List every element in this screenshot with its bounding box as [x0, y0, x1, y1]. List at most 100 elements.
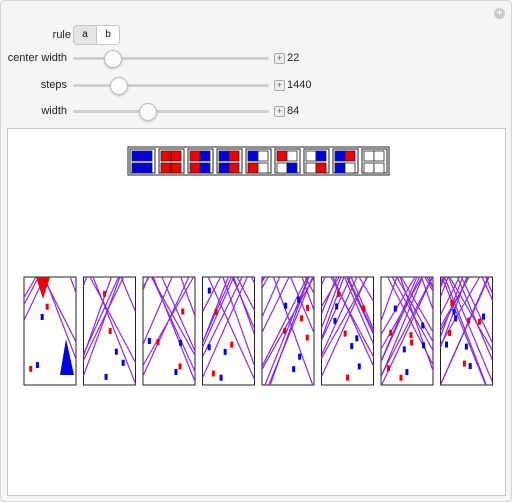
collision-mark: [306, 304, 310, 311]
collision-mark: [399, 374, 403, 381]
collision-mark: [405, 369, 409, 376]
collision-mark: [292, 366, 296, 373]
rule-icon-cell: [305, 150, 317, 162]
output-graphics: [23, 146, 493, 386]
width-row: width + 84: [1, 101, 331, 121]
rule-icon-cell: [160, 150, 172, 162]
rule-option-a[interactable]: a: [73, 25, 96, 45]
steps-label: steps: [40, 79, 67, 91]
collision-mark: [45, 303, 49, 310]
expand-icon[interactable]: +: [274, 106, 285, 117]
add-icon[interactable]: +: [494, 8, 505, 19]
width-label: width: [41, 105, 67, 117]
collision-mark: [104, 373, 108, 380]
collision-mark: [355, 335, 359, 342]
collision-mark: [300, 315, 304, 322]
rule-icon-cell: [170, 162, 182, 174]
collision-mark: [333, 317, 337, 324]
center-width-label: center width: [7, 52, 67, 64]
width-value: 84: [287, 105, 300, 117]
collision-mark: [283, 327, 287, 334]
collision-mark: [181, 308, 185, 315]
collision-mark: [297, 296, 301, 303]
steps-value: 1440: [287, 79, 312, 91]
width-slider[interactable]: [73, 103, 269, 121]
collision-mark: [211, 370, 215, 377]
rule-row: rule: [1, 25, 71, 45]
rule-icon-cell: [257, 150, 269, 162]
rule-icon-cell: [228, 150, 240, 162]
rule-icon-cell: [276, 150, 288, 162]
collision-mark: [114, 348, 118, 355]
collision-mark: [40, 314, 44, 321]
rule-icon-cell: [286, 162, 298, 174]
center-width-row: center width + 22: [1, 48, 331, 68]
slider-thumb[interactable]: [110, 77, 129, 95]
collision-mark: [454, 315, 458, 322]
collision-mark: [477, 318, 481, 325]
collision-mark: [214, 309, 218, 316]
rule-icon-cell: [141, 150, 153, 162]
collision-mark: [409, 332, 413, 339]
collision-mark: [445, 341, 449, 348]
collision-mark: [156, 339, 160, 346]
collision-mark: [284, 302, 288, 309]
collision-mark: [174, 368, 178, 375]
rule-icon-cell: [363, 162, 375, 174]
collision-mark: [230, 341, 234, 348]
collision-mark: [350, 343, 354, 350]
collision-mark: [410, 339, 414, 346]
collision-mark: [345, 374, 349, 381]
rule-icon-cell: [363, 150, 375, 162]
collision-mark: [389, 329, 393, 336]
rule-icon-cell: [160, 162, 172, 174]
collision-mark: [305, 334, 309, 341]
rule-icon-cell: [315, 162, 327, 174]
collision-mark: [462, 360, 466, 367]
rule-icon-cell: [189, 150, 201, 162]
rule-icon-cell: [334, 162, 346, 174]
collision-mark: [103, 290, 107, 297]
rule-icon-cell: [257, 162, 269, 174]
steps-slider[interactable]: [73, 77, 269, 95]
rule-selector[interactable]: a b: [73, 25, 120, 45]
expand-icon[interactable]: +: [274, 53, 285, 64]
center-width-slider[interactable]: [73, 50, 269, 68]
collision-mark: [386, 365, 390, 372]
rule-icon-cell: [131, 150, 143, 162]
collision-mark: [343, 330, 347, 337]
collision-mark: [108, 328, 112, 335]
center-width-value: 22: [287, 52, 300, 64]
rule-icon-cell: [218, 162, 230, 174]
collision-mark: [402, 346, 406, 353]
slider-thumb[interactable]: [104, 50, 123, 68]
rule-icon-cell: [344, 162, 356, 174]
collision-mark: [467, 317, 471, 324]
rule-icon-cell: [199, 150, 211, 162]
collision-mark: [147, 337, 151, 344]
collision-mark: [219, 374, 223, 381]
collision-mark: [362, 305, 366, 312]
collision-mark: [421, 322, 425, 329]
collision-mark: [448, 329, 452, 336]
rule-icon-cell: [199, 162, 211, 174]
rule-icon-cell: [305, 162, 317, 174]
collision-mark: [335, 303, 339, 310]
rule-icon-cell: [189, 162, 201, 174]
collision-mark: [178, 363, 182, 370]
collision-mark: [207, 344, 211, 351]
rule-icon-cell: [286, 150, 298, 162]
expand-icon[interactable]: +: [274, 80, 285, 91]
rule-icon-cell: [141, 162, 153, 174]
rule-option-b[interactable]: b: [96, 25, 120, 45]
rule-icon-cell: [228, 162, 240, 174]
rule-icon-cell: [218, 150, 230, 162]
rule-icon-cell: [276, 162, 288, 174]
collision-mark: [207, 287, 211, 294]
collision-mark: [121, 359, 125, 366]
collision-mark: [464, 343, 468, 350]
slider-thumb[interactable]: [139, 103, 158, 121]
collision-mark: [421, 342, 425, 349]
demonstration-window: + rule a b center width + 22 steps + 144…: [0, 0, 512, 502]
rule-icon-cell: [373, 150, 385, 162]
